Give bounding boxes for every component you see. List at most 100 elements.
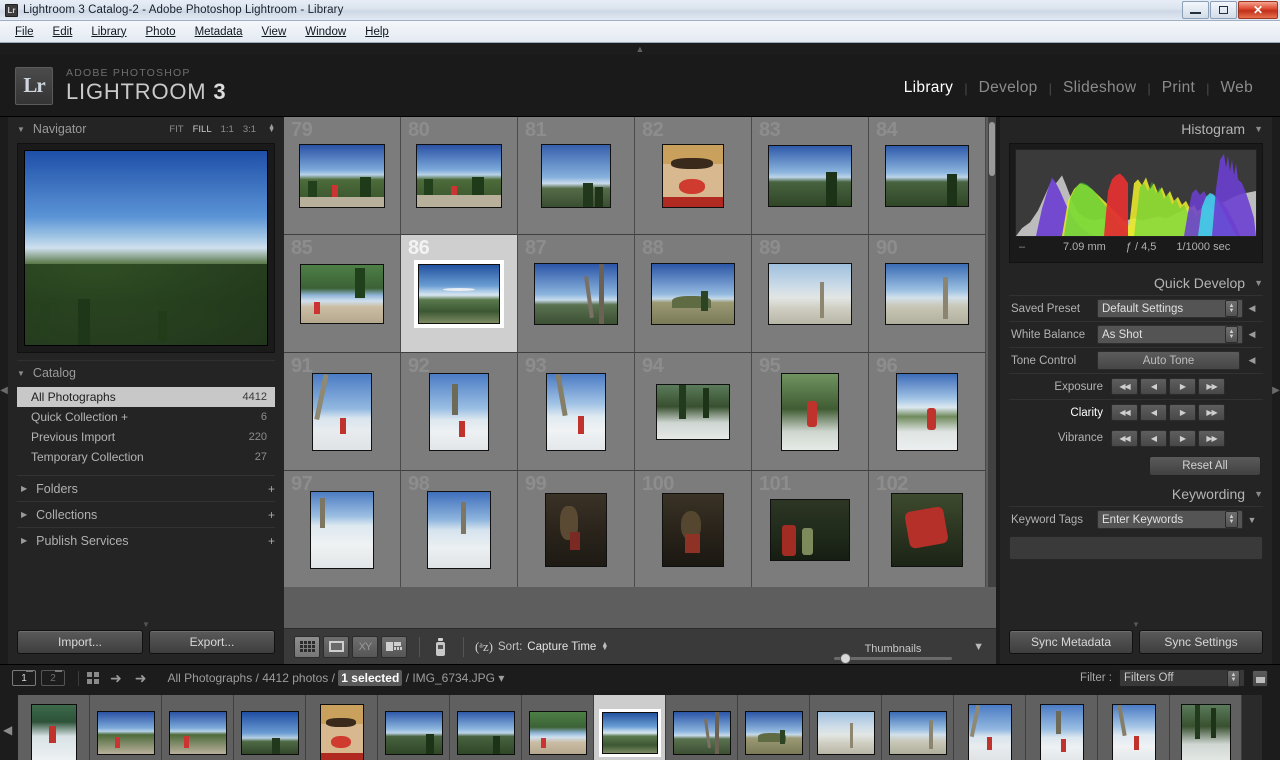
- white-balance-select[interactable]: As Shot ▲▼: [1097, 325, 1243, 344]
- grid-cell[interactable]: 98: [401, 471, 518, 587]
- quick-develop-header[interactable]: Quick Develop ▼: [1000, 271, 1272, 295]
- vibrance-increase[interactable]: ▶: [1169, 430, 1196, 447]
- grid-cell-selected[interactable]: 86: [401, 235, 518, 353]
- filmstrip-item[interactable]: [738, 695, 810, 760]
- zoom-stepper[interactable]: ▲▼: [268, 125, 275, 133]
- spray-can-icon[interactable]: [429, 636, 451, 658]
- grid-cell[interactable]: 85: [284, 235, 401, 353]
- filmstrip-item[interactable]: [882, 695, 954, 760]
- toolbar-options-icon[interactable]: ▼: [973, 641, 984, 653]
- menu-photo[interactable]: Photo: [138, 24, 184, 40]
- close-button[interactable]: ✕: [1238, 1, 1278, 19]
- vibrance-decrease-large[interactable]: ◀◀: [1111, 430, 1138, 447]
- zoom-fill[interactable]: FILL: [193, 124, 212, 135]
- breadcrumb-suffix[interactable]: / IMG_6734.JPG ▾: [402, 671, 504, 685]
- exposure-decrease[interactable]: ◀: [1140, 378, 1167, 395]
- grid-cell[interactable]: 93: [518, 353, 635, 471]
- grid-cell[interactable]: 88: [635, 235, 752, 353]
- filmstrip-item[interactable]: [306, 695, 378, 760]
- left-panel-toggle[interactable]: ◀: [0, 117, 8, 664]
- compare-view-icon[interactable]: XY: [352, 636, 378, 658]
- filmstrip-item[interactable]: [378, 695, 450, 760]
- collapse-left-icon[interactable]: ◀: [1243, 355, 1261, 366]
- filmstrip-item[interactable]: [666, 695, 738, 760]
- filmstrip-item[interactable]: [450, 695, 522, 760]
- right-panel-resize-handle[interactable]: ▼: [1000, 620, 1272, 628]
- menu-view[interactable]: View: [254, 24, 295, 40]
- menu-library[interactable]: Library: [83, 24, 134, 40]
- grid-cell[interactable]: 82: [635, 117, 752, 235]
- sort-value[interactable]: Capture Time: [527, 641, 596, 653]
- grid-view-icon[interactable]: [294, 636, 320, 658]
- grid-cell[interactable]: 84: [869, 117, 986, 235]
- filmstrip-item[interactable]: [1170, 695, 1242, 760]
- vibrance-decrease[interactable]: ◀: [1140, 430, 1167, 447]
- loupe-view-icon[interactable]: [323, 636, 349, 658]
- stepper-icon[interactable]: ▲▼: [1225, 511, 1238, 528]
- catalog-item-all-photographs[interactable]: All Photographs 4412: [17, 387, 275, 407]
- left-panel-resize-handle[interactable]: ▼: [8, 620, 284, 628]
- menu-help[interactable]: Help: [357, 24, 397, 40]
- triangle-down-icon[interactable]: ▼: [1254, 124, 1263, 134]
- grid-cell[interactable]: 97: [284, 471, 401, 587]
- section-publish-services[interactable]: ▶ Publish Services +: [17, 527, 275, 553]
- module-print[interactable]: Print: [1151, 79, 1206, 97]
- grid-cell[interactable]: 100: [635, 471, 752, 587]
- histogram-header[interactable]: Histogram ▼: [1000, 117, 1272, 141]
- sort-az-icon[interactable]: (ᵃz): [473, 636, 495, 658]
- filmstrip-item[interactable]: [18, 695, 90, 760]
- module-web[interactable]: Web: [1210, 79, 1265, 97]
- vibrance-increase-large[interactable]: ▶▶: [1198, 430, 1225, 447]
- filmstrip-item[interactable]: [954, 695, 1026, 760]
- menu-edit[interactable]: Edit: [45, 24, 81, 40]
- back-arrow-icon[interactable]: ➜: [110, 670, 122, 687]
- grid-cell[interactable]: 94: [635, 353, 752, 471]
- filmstrip-item[interactable]: [234, 695, 306, 760]
- menu-file[interactable]: File: [7, 24, 42, 40]
- grid-scrollbar-thumb[interactable]: [989, 122, 995, 176]
- grid-cell[interactable]: 101: [752, 471, 869, 587]
- screen-2-button[interactable]: 2: [41, 670, 65, 686]
- filmstrip-item[interactable]: [1026, 695, 1098, 760]
- filmstrip-item[interactable]: [1098, 695, 1170, 760]
- filmstrip-item[interactable]: [810, 695, 882, 760]
- keywording-header[interactable]: Keywording ▼: [1000, 482, 1272, 506]
- export-button[interactable]: Export...: [149, 630, 275, 654]
- triangle-down-icon[interactable]: ▼: [1254, 278, 1263, 288]
- clarity-decrease-large[interactable]: ◀◀: [1111, 404, 1138, 421]
- grid-cell[interactable]: 90: [869, 235, 986, 353]
- catalog-header[interactable]: ▼ Catalog: [8, 361, 284, 385]
- sync-settings-button[interactable]: Sync Settings: [1139, 630, 1263, 654]
- grid-cell[interactable]: 95: [752, 353, 869, 471]
- grid-cell[interactable]: 81: [518, 117, 635, 235]
- top-panel-toggle[interactable]: ▲: [0, 43, 1280, 55]
- navigator-preview[interactable]: [17, 143, 275, 353]
- grid-cell[interactable]: 102: [869, 471, 986, 587]
- clarity-decrease[interactable]: ◀: [1140, 404, 1167, 421]
- module-slideshow[interactable]: Slideshow: [1052, 79, 1147, 97]
- clarity-increase-large[interactable]: ▶▶: [1198, 404, 1225, 421]
- catalog-item-quick-collection[interactable]: Quick Collection + 6: [17, 407, 275, 427]
- exposure-increase[interactable]: ▶: [1169, 378, 1196, 395]
- add-collection-icon[interactable]: +: [268, 508, 275, 522]
- filmstrip-prev-icon[interactable]: ◀: [3, 723, 12, 737]
- catalog-item-temporary-collection[interactable]: Temporary Collection 27: [17, 447, 275, 467]
- grid-cell[interactable]: 80: [401, 117, 518, 235]
- add-publish-service-icon[interactable]: +: [268, 534, 275, 548]
- zoom-1-1[interactable]: 1:1: [221, 124, 234, 135]
- slider-knob[interactable]: [840, 653, 851, 664]
- stepper-icon[interactable]: ▲▼: [1227, 670, 1240, 687]
- filmstrip-item[interactable]: [522, 695, 594, 760]
- grid-scrollbar[interactable]: [988, 117, 996, 587]
- filmstrip-item-selected[interactable]: [594, 695, 666, 760]
- minimize-button[interactable]: [1182, 1, 1209, 19]
- grid-cell[interactable]: 96: [869, 353, 986, 471]
- grid-toggle-icon[interactable]: [87, 672, 99, 684]
- sort-stepper[interactable]: ▲▼: [601, 643, 608, 651]
- survey-view-icon[interactable]: [381, 636, 407, 658]
- sync-metadata-button[interactable]: Sync Metadata: [1009, 630, 1133, 654]
- import-button[interactable]: Import...: [17, 630, 143, 654]
- navigator-header[interactable]: ▼ Navigator FIT FILL 1:1 3:1 ▲▼: [8, 117, 284, 141]
- auto-tone-button[interactable]: Auto Tone: [1097, 351, 1240, 370]
- keyword-tags-select[interactable]: Enter Keywords ▲▼: [1097, 510, 1243, 529]
